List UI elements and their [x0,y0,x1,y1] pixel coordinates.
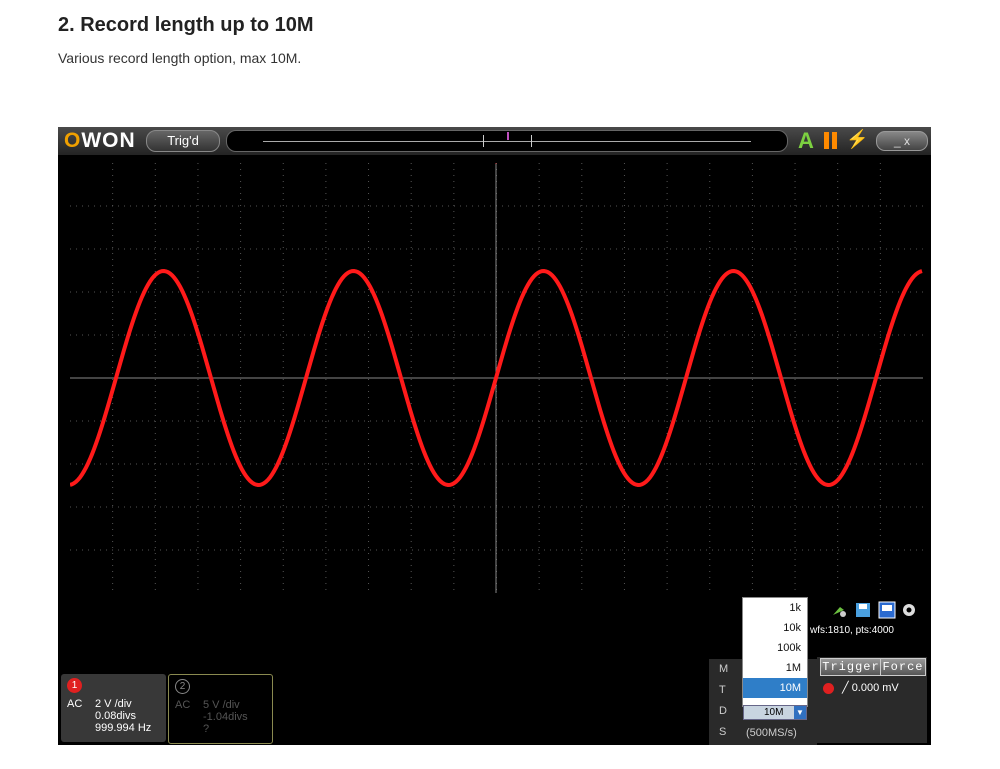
record-length-dropdown[interactable]: 1k 10k 100k 1M 10M [742,597,808,707]
m-label: M [719,663,729,675]
ch1-indicator: 1 [67,678,82,693]
trigger-info: ╱ 0.000 mV [823,681,899,694]
chevron-down-icon[interactable]: ▼ [794,706,806,719]
print-icon[interactable] [878,601,896,619]
probe-icon[interactable] [830,601,848,619]
trigger-panel: Trigger Force ╱ 0.000 mV [817,657,927,743]
ch2-panel[interactable]: 2 AC 5 V /div -1.04divs ? [168,674,273,744]
gear-icon[interactable] [900,601,918,619]
ch2-frequency: ? [203,723,210,735]
ch1-panel[interactable]: 1 AC 2 V /div 0.08divs 999.994 Hz [61,674,166,742]
title-bar: OWON Trig'd A ⚡ _ x [58,127,931,155]
trigger-button[interactable]: Trigger [820,658,882,676]
record-length-value: 10M [764,707,784,718]
pause-icon[interactable] [824,132,838,149]
record-option-selected[interactable]: 10M [743,678,807,698]
sample-rate: (500MS/s) [746,727,797,739]
waveform-display [70,163,923,593]
force-button[interactable]: Force [880,658,926,676]
trigger-level: 0.000 mV [851,682,899,694]
record-option[interactable]: 1k [743,598,807,618]
ch2-offset: -1.04divs [203,711,248,723]
section-description: Various record length option, max 10M. [58,50,302,66]
record-length-select[interactable]: 10M ▼ [743,705,807,720]
s-label: S [719,726,727,738]
trigger-position-marker [495,163,497,164]
ch1-offset: 0.08divs [95,710,136,722]
record-option[interactable]: 100k [743,638,807,658]
owon-logo: OWON [64,129,136,152]
ch2-scale: 5 V /div [203,699,240,711]
save-icon[interactable] [854,601,872,619]
d-label: D [719,705,727,717]
rising-edge-icon: ╱ [842,682,849,694]
ch2-indicator: 2 [175,679,190,694]
horizontal-position-bar[interactable] [226,130,788,152]
lightning-icon[interactable]: ⚡ [846,129,868,150]
waveform-info: wfs:1810, pts:4000 [810,625,894,636]
oscilloscope-window: OWON Trig'd A ⚡ _ x 1 AC 2 V /div 0.08di… [58,127,931,745]
trigger-status-badge: Trig'd [146,130,220,152]
section-heading: 2. Record length up to 10M [58,14,314,36]
ch1-source-icon [823,682,834,694]
window-controls[interactable]: _ x [876,131,928,151]
ch1-frequency: 999.994 Hz [95,722,152,734]
record-option[interactable]: 1M [743,658,807,678]
toolbar-icons [830,601,928,621]
ch1-scale: 2 V /div [95,698,132,710]
ch1-coupling: AC [67,698,83,710]
t-label: T [719,684,726,696]
record-option[interactable]: 10k [743,618,807,638]
ch2-coupling: AC [175,699,191,711]
auto-set-icon[interactable]: A [798,128,814,154]
